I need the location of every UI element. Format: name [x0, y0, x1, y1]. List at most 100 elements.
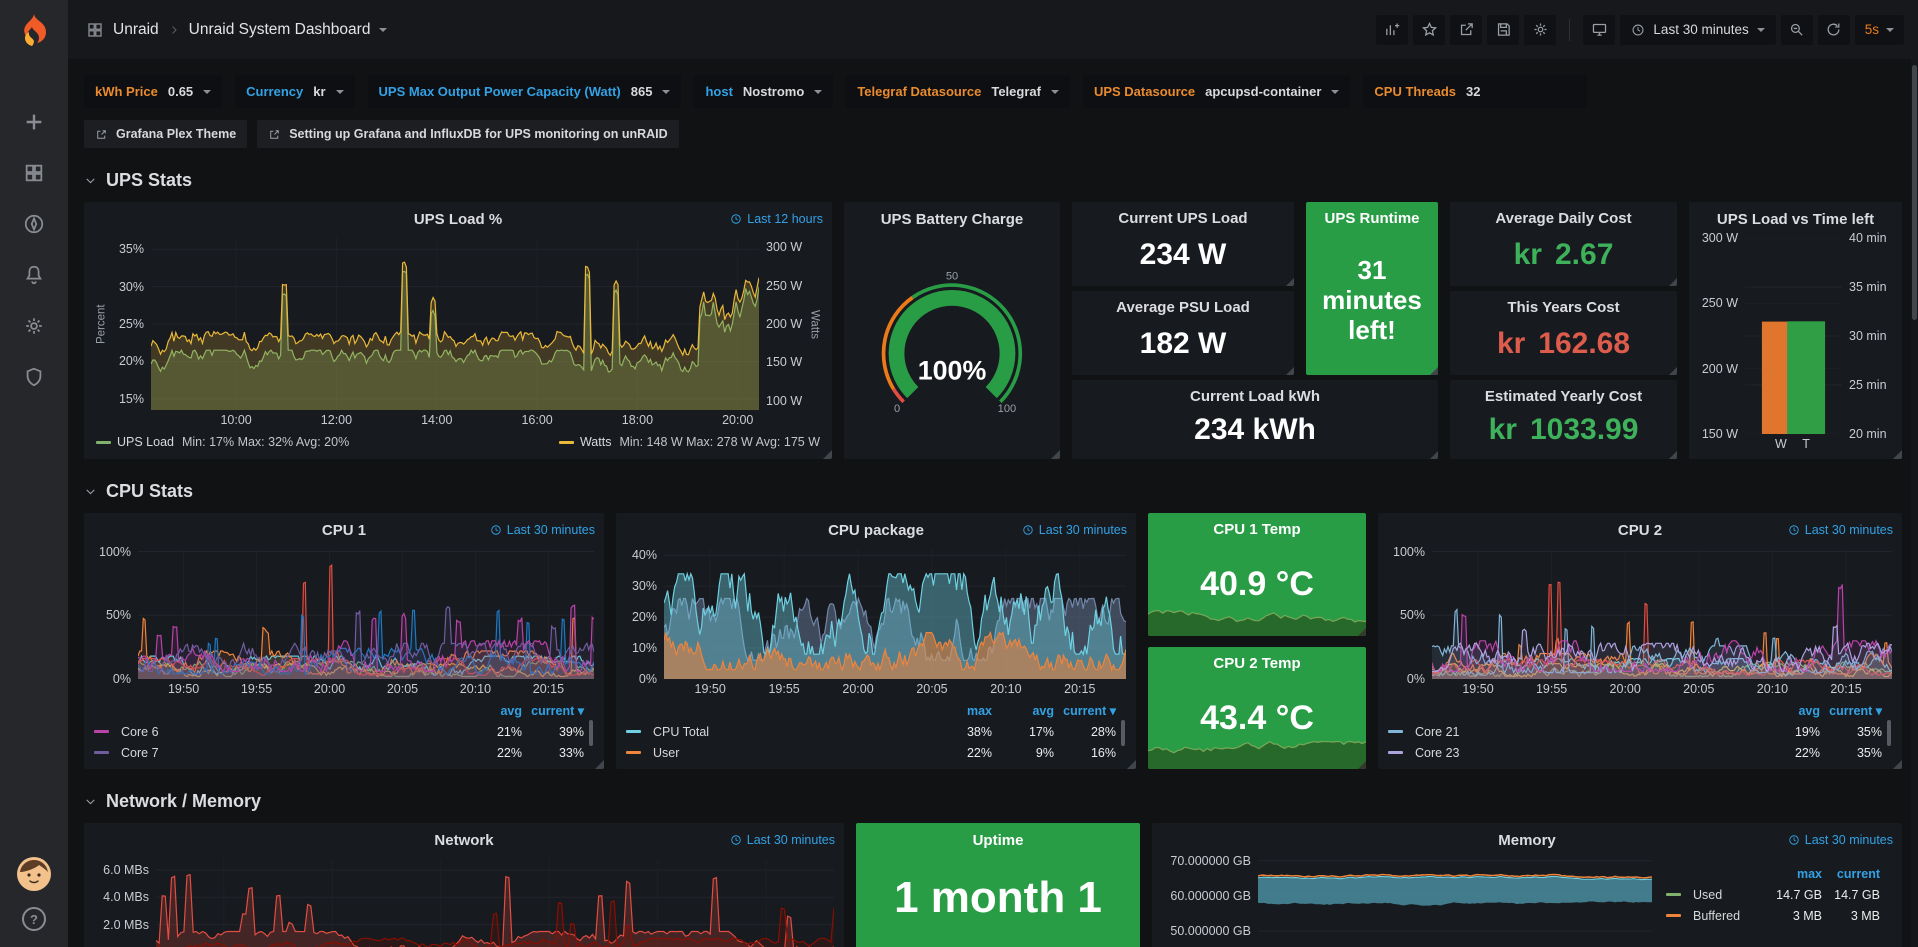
panel-title[interactable]: Current UPS Load	[1114, 210, 1251, 227]
panel-title[interactable]: Average PSU Load	[1112, 299, 1254, 316]
panel-title-battery[interactable]: UPS Battery Charge	[844, 202, 1060, 236]
page-scrollbar-thumb[interactable]	[1912, 65, 1917, 320]
alerting-button[interactable]	[22, 263, 46, 287]
dashboards-button[interactable]	[22, 161, 46, 185]
x-tick-label: 14:00	[421, 413, 452, 427]
panel-cpu1-temp: CPU 1 Temp 40.9 °C	[1148, 513, 1366, 636]
legend-series-name[interactable]: CPU Total	[626, 725, 930, 739]
chart-area: 150 W200 W250 W300 W20 min25 min30 min35…	[1699, 238, 1892, 434]
variable-kwh-price[interactable]: kWh Price 0.65	[84, 75, 222, 108]
y-tick-label: 25%	[119, 317, 144, 331]
legend-column-header[interactable]: avg	[992, 704, 1054, 718]
variable-telegraf-datasource[interactable]: Telegraf Datasource Telegraf	[846, 75, 1070, 108]
legend-series-name[interactable]: Used	[1666, 888, 1764, 902]
panel-title-memory[interactable]: Memory Last 30 minutes	[1152, 823, 1902, 857]
configuration-button[interactable]	[22, 314, 46, 338]
breadcrumb-folder[interactable]: Unraid	[113, 21, 159, 39]
legend-series-name[interactable]: Core 6	[94, 725, 460, 739]
legend-scrollbar-thumb[interactable]	[1121, 720, 1125, 746]
variable-input-value[interactable]: 32	[1466, 84, 1576, 99]
variable-ups-max-output[interactable]: UPS Max Output Power Capacity (Watt) 865	[368, 75, 682, 108]
star-button[interactable]	[1413, 15, 1445, 45]
variable-value: 0.65	[168, 84, 193, 99]
breadcrumb-dashboard-title[interactable]: Unraid System Dashboard	[189, 21, 371, 39]
panel-title[interactable]: Estimated Yearly Cost	[1481, 388, 1646, 405]
time-range-picker[interactable]: Last 30 minutes	[1620, 15, 1775, 45]
help-button[interactable]: ?	[22, 907, 46, 931]
chevron-down-icon	[84, 795, 97, 808]
legend-color-dash	[1388, 730, 1403, 733]
panel-title[interactable]: Average Daily Cost	[1491, 210, 1635, 227]
variable-ups-datasource[interactable]: UPS Datasource apcupsd-container	[1083, 75, 1350, 108]
legend-column-header[interactable]: avg	[460, 704, 522, 718]
share-button[interactable]	[1450, 15, 1482, 45]
settings-button[interactable]	[1524, 15, 1556, 45]
legend-value: 33%	[522, 746, 584, 760]
link-ups-monitoring-guide[interactable]: Setting up Grafana and InfluxDB for UPS …	[257, 120, 678, 148]
legend-series-name[interactable]: Core 23	[1388, 746, 1758, 760]
legend-series-name[interactable]: Core 21	[1388, 725, 1758, 739]
variable-cpu-threads[interactable]: CPU Threads 32	[1363, 75, 1587, 108]
save-button[interactable]	[1487, 15, 1519, 45]
panel-title[interactable]: This Years Cost	[1503, 299, 1623, 316]
variable-value: 865	[631, 84, 653, 99]
x-tick-label: 19:50	[168, 682, 199, 696]
legend-column-header[interactable]: current ▾	[1820, 703, 1882, 718]
x-tick-label: 20:00	[722, 413, 753, 427]
explore-button[interactable]	[22, 212, 46, 236]
legend-column-header[interactable]: max	[1764, 867, 1822, 881]
legend-scrollbar-thumb[interactable]	[1887, 720, 1891, 746]
x-tick-label: 19:55	[241, 682, 272, 696]
caret-down-icon	[336, 90, 344, 94]
panel-title[interactable]: CPU 1 Temp	[1209, 521, 1304, 538]
legend-scrollbar-thumb[interactable]	[589, 720, 593, 746]
section-network-memory[interactable]: Network / Memory	[84, 787, 1902, 815]
refresh-button[interactable]	[1818, 15, 1850, 45]
panel-title-ups-load[interactable]: UPS Load % Last 12 hours	[84, 202, 832, 236]
section-ups-stats[interactable]: UPS Stats	[84, 166, 1902, 194]
legend-column-header[interactable]: current ▾	[1054, 703, 1116, 718]
panel-title-text: CPU 1	[322, 522, 366, 539]
add-panel-button[interactable]	[1376, 15, 1408, 45]
section-cpu-stats[interactable]: CPU Stats	[84, 477, 1902, 505]
x-axis: 10:0012:0014:0016:0018:0020:00	[151, 410, 759, 429]
legend-series-name[interactable]: User	[626, 746, 930, 760]
link-grafana-plex-theme[interactable]: Grafana Plex Theme	[84, 120, 247, 148]
panel-time-override: Last 12 hours	[730, 202, 823, 236]
panel-title[interactable]: CPU 2 Temp	[1209, 655, 1304, 672]
y-tick-label: 4.0 MBs	[103, 890, 149, 904]
variable-label: CPU Threads	[1374, 84, 1456, 99]
link-label: Grafana Plex Theme	[116, 127, 236, 141]
legend-value: 9%	[992, 746, 1054, 760]
panel-title-network[interactable]: Network Last 30 minutes	[84, 823, 844, 857]
legend-color-dash	[1388, 751, 1403, 754]
grafana-logo[interactable]	[16, 12, 52, 48]
legend-value: 22%	[930, 746, 992, 760]
legend-column-header[interactable]: avg	[1758, 704, 1820, 718]
legend-series-stats: Min: 148 W Max: 278 W Avg: 175 W	[619, 435, 820, 449]
legend-series-name[interactable]: Buffered	[1666, 909, 1764, 923]
panel-title-uptime[interactable]: Uptime	[856, 823, 1140, 857]
panel-title-cpu1[interactable]: CPU 1 Last 30 minutes	[84, 513, 604, 547]
cycle-view-button[interactable]	[1583, 15, 1615, 45]
server-admin-button[interactable]	[22, 365, 46, 389]
zoom-out-button[interactable]	[1781, 15, 1813, 45]
profile-button[interactable]	[17, 857, 51, 891]
legend-series-name[interactable]: Watts	[580, 435, 611, 449]
legend-column-header[interactable]: max	[930, 704, 992, 718]
caret-down-icon	[1331, 90, 1339, 94]
legend-column-header[interactable]: current	[1822, 867, 1880, 881]
panel-title[interactable]: Current Load kWh	[1186, 388, 1324, 405]
panel-title[interactable]: UPS Runtime	[1320, 210, 1423, 227]
variable-host[interactable]: host Nostromo	[694, 75, 833, 108]
legend-series-name[interactable]: Core 7	[94, 746, 460, 760]
variable-currency[interactable]: Currency kr	[235, 75, 354, 108]
panel-title-cpu-package[interactable]: CPU package Last 30 minutes	[616, 513, 1136, 547]
breadcrumb[interactable]: Unraid Unraid System Dashboard	[86, 21, 387, 39]
y-tick-label: 150 W	[1702, 427, 1738, 441]
panel-title-cpu2[interactable]: CPU 2 Last 30 minutes	[1378, 513, 1902, 547]
create-button[interactable]	[22, 110, 46, 134]
legend-column-header[interactable]: current ▾	[522, 703, 584, 718]
legend-series-name[interactable]: UPS Load	[117, 435, 174, 449]
refresh-interval-dropdown[interactable]: 5s	[1855, 15, 1904, 45]
